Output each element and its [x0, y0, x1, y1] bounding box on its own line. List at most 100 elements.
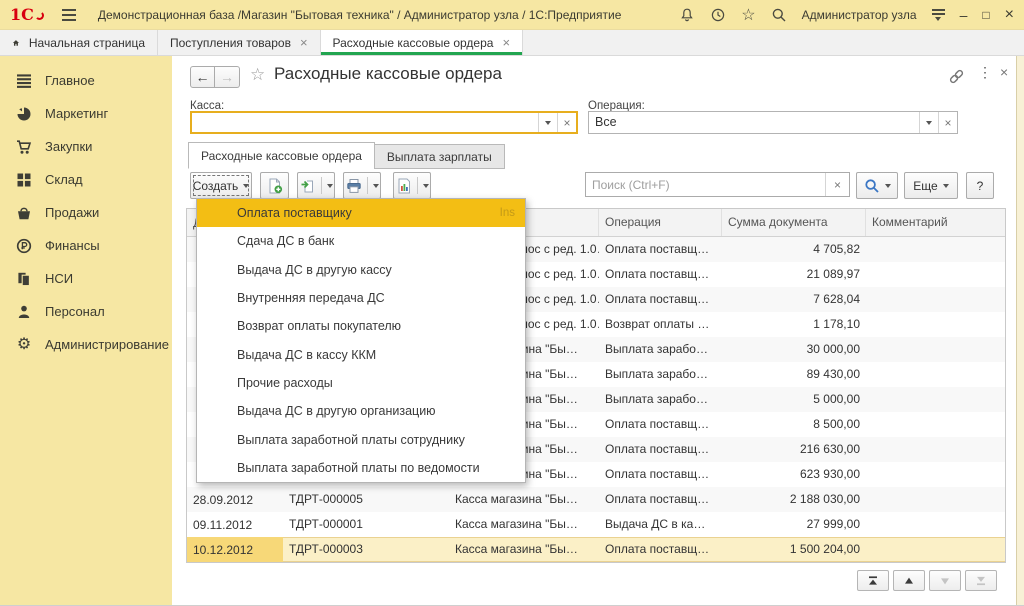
- ruble-icon: [16, 238, 32, 254]
- sidebar-item-finance[interactable]: Финансы: [0, 229, 172, 262]
- create-menu-item[interactable]: Сдача ДС в банк: [197, 227, 525, 255]
- create-menu-item[interactable]: Выплата заработной платы по ведомости: [197, 454, 525, 482]
- create-button[interactable]: Создать: [190, 172, 252, 199]
- cell-operation: Оплата поставщ…: [599, 462, 722, 487]
- close-window-button[interactable]: ×: [1005, 7, 1014, 23]
- table-row[interactable]: 10.12.2012 ТДРТ-000003 Касса магазина "Б…: [187, 537, 1005, 562]
- kassa-filter-combo[interactable]: ×: [190, 111, 578, 134]
- column-header-sum[interactable]: Сумма документа: [722, 209, 866, 236]
- more-actions-dots-icon[interactable]: ⋮: [978, 64, 992, 81]
- cell-operation: Оплата поставщ…: [599, 437, 722, 462]
- column-header-comment[interactable]: Комментарий: [866, 209, 1005, 236]
- global-search-icon[interactable]: [771, 7, 787, 23]
- cell-operation: Оплата поставщ…: [599, 262, 722, 287]
- cell-number: ТДРТ-000005: [283, 487, 449, 512]
- list-navigation: [857, 570, 997, 591]
- go-to-last-button[interactable]: [965, 570, 997, 591]
- cell-sum: 4 705,82: [722, 237, 866, 262]
- window-title: Демонстрационная база /Магазин "Бытовая …: [98, 8, 622, 22]
- menu-item-label: Прочие расходы: [237, 376, 515, 390]
- more-button[interactable]: Еще: [904, 172, 958, 199]
- forward-button[interactable]: →: [215, 66, 240, 88]
- search-clear-icon[interactable]: ×: [825, 173, 849, 196]
- tab-salary-payout[interactable]: Выплата зарплаты: [374, 144, 505, 169]
- sidebar-item-personnel[interactable]: Персонал: [0, 295, 172, 328]
- search-input[interactable]: [586, 173, 825, 196]
- section-sidebar: Главное Маркетинг Закупки Склад Продажи …: [0, 56, 172, 606]
- operation-dropdown-button[interactable]: [919, 112, 938, 133]
- create-menu-item[interactable]: Выдача ДС в другую организацию: [197, 397, 525, 425]
- kassa-dropdown-button[interactable]: [538, 113, 557, 132]
- logo-text: 1С: [10, 5, 34, 24]
- operation-filter-value[interactable]: Все: [589, 112, 919, 133]
- notifications-bell-icon[interactable]: [679, 7, 695, 23]
- go-down-button[interactable]: [929, 570, 961, 591]
- main-menu-icon[interactable]: [62, 9, 76, 21]
- cell-operation: Оплата поставщ…: [599, 412, 722, 437]
- current-user-menu[interactable]: Администратор узла: [802, 8, 917, 22]
- favorites-star-icon[interactable]: ☆: [741, 5, 755, 25]
- close-form-icon[interactable]: ×: [1000, 64, 1008, 80]
- sidebar-item-sales[interactable]: Продажи: [0, 196, 172, 229]
- back-button[interactable]: ←: [190, 66, 215, 88]
- sidebar-item-administration[interactable]: ⚙ Администрирование: [0, 328, 172, 361]
- table-row[interactable]: 09.11.2012 ТДРТ-000001 Касса магазина "Б…: [187, 512, 1005, 537]
- cell-sum: 89 430,00: [722, 362, 866, 387]
- help-button[interactable]: ?: [966, 172, 994, 199]
- cell-operation: Оплата поставщ…: [599, 537, 722, 562]
- person-icon: [16, 304, 32, 320]
- maximize-button[interactable]: □: [982, 9, 989, 21]
- cell-operation: Выплата зарабо…: [599, 387, 722, 412]
- close-tab-icon[interactable]: ×: [300, 35, 308, 50]
- service-settings-icon[interactable]: [932, 9, 945, 21]
- tab-cash-orders-list[interactable]: Расходные кассовые ордера: [188, 142, 375, 169]
- print-button[interactable]: [343, 172, 381, 199]
- operation-clear-button[interactable]: ×: [938, 112, 957, 133]
- cell-operation: Возврат оплаты …: [599, 312, 722, 337]
- get-link-icon[interactable]: [948, 68, 965, 90]
- cell-comment: [866, 487, 1005, 512]
- create-based-on-button[interactable]: [297, 172, 335, 199]
- reports-button[interactable]: [393, 172, 431, 199]
- create-menu-item[interactable]: Выдача ДС в другую кассу: [197, 256, 525, 284]
- cell-number: ТДРТ-000003: [283, 537, 449, 562]
- minimize-button[interactable]: –: [960, 8, 968, 22]
- sidebar-item-warehouse[interactable]: Склад: [0, 163, 172, 196]
- close-tab-icon[interactable]: ×: [502, 35, 510, 50]
- cell-sum: 216 630,00: [722, 437, 866, 462]
- create-menu-item[interactable]: Выплата заработной платы сотруднику: [197, 425, 525, 453]
- create-menu-item[interactable]: Прочие расходы: [197, 369, 525, 397]
- cell-date: 09.11.2012: [187, 512, 283, 537]
- create-dropdown-menu: Оплата поставщику Ins Сдача ДС в банк Вы…: [196, 198, 526, 483]
- cell-kassa: Касса магазина "Бы…: [449, 487, 599, 512]
- create-menu-item[interactable]: Оплата поставщику Ins: [197, 199, 525, 227]
- cell-number: ТДРТ-000001: [283, 512, 449, 537]
- cell-comment: [866, 437, 1005, 462]
- tab-home-page[interactable]: Начальная страница: [0, 30, 158, 55]
- operation-filter-combo[interactable]: Все ×: [588, 111, 958, 134]
- cell-kassa: Касса магазина "Бы…: [449, 537, 599, 562]
- sidebar-item-nsi[interactable]: НСИ: [0, 262, 172, 295]
- tab-cash-expenditure-orders[interactable]: Расходные кассовые ордера ×: [321, 30, 524, 55]
- cell-operation: Оплата поставщ…: [599, 287, 722, 312]
- create-menu-item[interactable]: Внутренняя передача ДС: [197, 284, 525, 312]
- go-to-first-button[interactable]: [857, 570, 889, 591]
- create-new-document-button[interactable]: [260, 172, 289, 199]
- history-icon[interactable]: [710, 7, 726, 23]
- create-menu-item[interactable]: Возврат оплаты покупателю: [197, 312, 525, 340]
- cell-sum: 1 500 204,00: [722, 537, 866, 562]
- sidebar-item-marketing[interactable]: Маркетинг: [0, 97, 172, 130]
- cell-sum: 8 500,00: [722, 412, 866, 437]
- kassa-clear-button[interactable]: ×: [557, 113, 576, 132]
- go-up-button[interactable]: [893, 570, 925, 591]
- add-to-favorites-star-icon[interactable]: ☆: [250, 65, 265, 85]
- table-row[interactable]: 28.09.2012 ТДРТ-000005 Касса магазина "Б…: [187, 487, 1005, 512]
- tab-goods-receipts[interactable]: Поступления товаров ×: [158, 30, 321, 55]
- column-header-operation[interactable]: Операция: [599, 209, 722, 236]
- kassa-filter-value[interactable]: [192, 113, 538, 132]
- create-menu-item[interactable]: Выдача ДС в кассу ККМ: [197, 340, 525, 368]
- sidebar-item-purchases[interactable]: Закупки: [0, 130, 172, 163]
- chevron-down-icon: [926, 121, 932, 125]
- advanced-search-button[interactable]: [856, 172, 898, 199]
- sidebar-item-main[interactable]: Главное: [0, 64, 172, 97]
